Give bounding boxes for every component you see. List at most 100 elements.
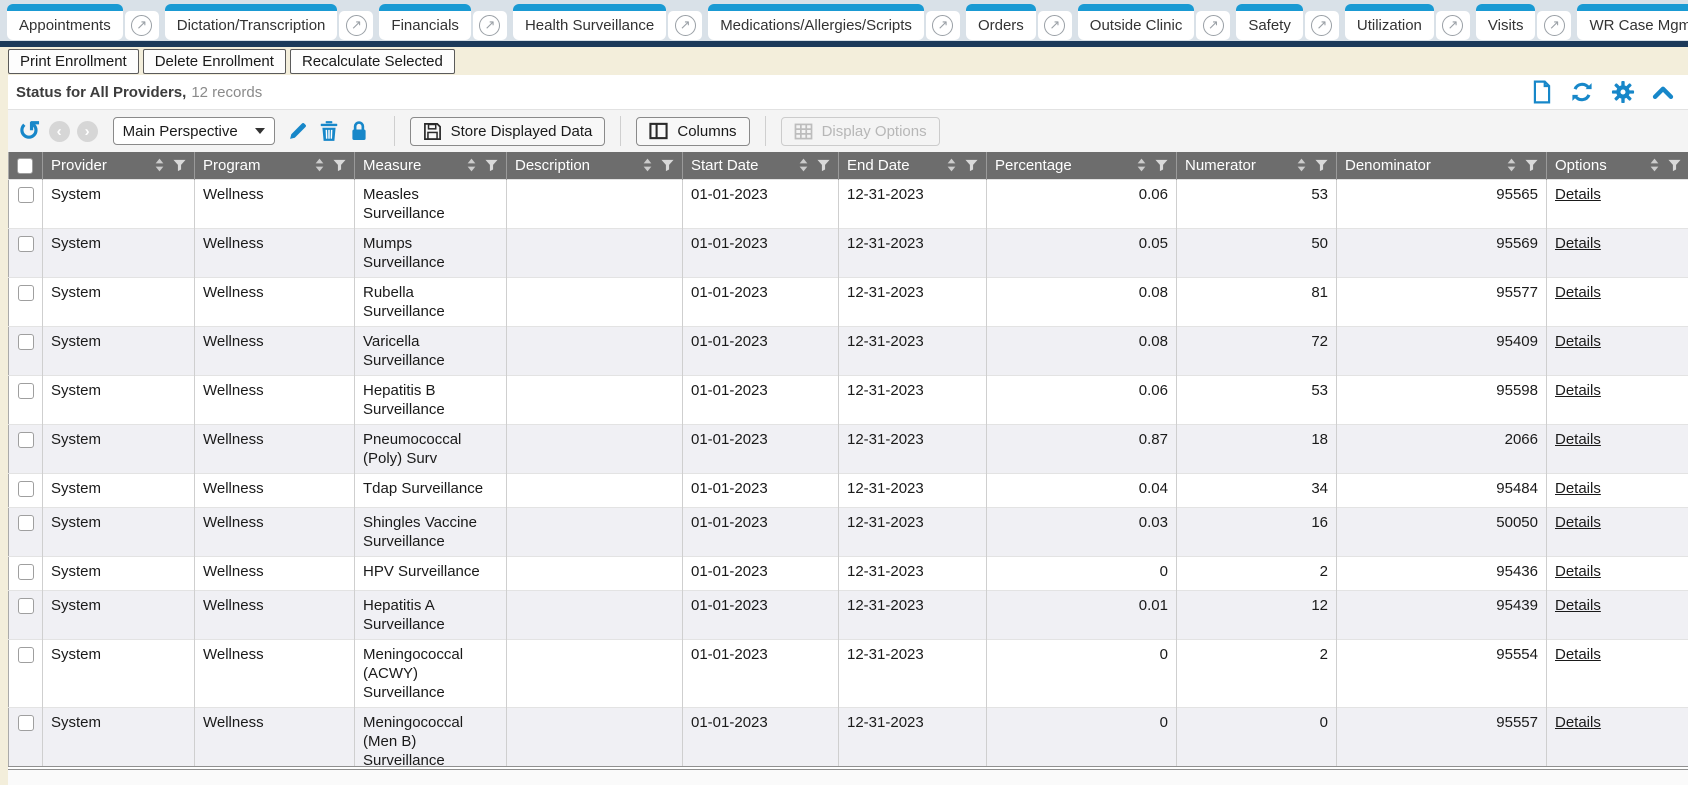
store-displayed-data-button[interactable]: Store Displayed Data [410, 117, 606, 146]
filter-funnel-icon[interactable] [485, 159, 498, 172]
module-tab[interactable]: WR Case Mgmt ↗ [1577, 4, 1688, 40]
module-tab-popout-button[interactable]: ↗ [339, 11, 373, 40]
sort-icon[interactable] [1649, 158, 1660, 172]
filter-funnel-icon[interactable] [1668, 159, 1681, 172]
sort-icon[interactable] [642, 158, 653, 172]
settings-gear-icon[interactable] [1611, 80, 1635, 104]
column-header[interactable]: Options [1547, 152, 1688, 179]
column-header[interactable]: Start Date [683, 152, 839, 179]
details-link[interactable]: Details [1555, 235, 1601, 252]
module-tab-label[interactable]: Visits [1476, 4, 1536, 40]
enrollment-action-button[interactable]: Delete Enrollment [143, 49, 286, 74]
column-header[interactable]: Description [507, 152, 683, 179]
row-checkbox[interactable] [18, 515, 34, 531]
filter-funnel-icon[interactable] [1315, 159, 1328, 172]
module-tab[interactable]: Outside Clinic ↗ [1078, 4, 1231, 40]
details-link[interactable]: Details [1555, 646, 1601, 663]
filter-funnel-icon[interactable] [173, 159, 186, 172]
sort-icon[interactable] [798, 158, 809, 172]
row-checkbox[interactable] [18, 334, 34, 350]
module-tab[interactable]: Safety ↗ [1236, 4, 1339, 40]
module-tab-popout-button[interactable]: ↗ [668, 11, 702, 40]
module-tab[interactable]: Utilization ↗ [1345, 4, 1470, 40]
module-tab[interactable]: Health Surveillance ↗ [513, 4, 702, 40]
module-tab-popout-button[interactable]: ↗ [1537, 11, 1571, 40]
display-options-button[interactable]: Display Options [781, 117, 940, 146]
sort-icon[interactable] [946, 158, 957, 172]
row-checkbox[interactable] [18, 564, 34, 580]
sort-icon[interactable] [1136, 158, 1147, 172]
edit-pencil-icon[interactable] [287, 120, 309, 142]
row-checkbox[interactable] [18, 236, 34, 252]
module-tab-label[interactable]: Appointments [7, 4, 123, 40]
column-header[interactable]: Provider [43, 152, 195, 179]
forward-icon[interactable]: › [77, 121, 98, 142]
module-tab[interactable]: Medications/Allergies/Scripts ↗ [708, 4, 960, 40]
module-tab-label[interactable]: Orders [966, 4, 1036, 40]
new-document-icon[interactable] [1531, 80, 1553, 104]
sort-icon[interactable] [1506, 158, 1517, 172]
module-tab-popout-button[interactable]: ↗ [473, 11, 507, 40]
details-link[interactable]: Details [1555, 186, 1601, 203]
module-tab-label[interactable]: Financials [379, 4, 471, 40]
module-tab-label[interactable]: Dictation/Transcription [165, 4, 338, 40]
module-tab-popout-button[interactable]: ↗ [125, 11, 159, 40]
module-tab[interactable]: Dictation/Transcription ↗ [165, 4, 374, 40]
module-tab[interactable]: Financials ↗ [379, 4, 507, 40]
lock-icon[interactable] [349, 120, 369, 142]
module-tab[interactable]: Orders ↗ [966, 4, 1072, 40]
details-link[interactable]: Details [1555, 514, 1601, 531]
sort-icon[interactable] [1296, 158, 1307, 172]
filter-funnel-icon[interactable] [661, 159, 674, 172]
details-link[interactable]: Details [1555, 333, 1601, 350]
row-checkbox[interactable] [18, 383, 34, 399]
module-tab-popout-button[interactable]: ↗ [926, 11, 960, 40]
module-tab-label[interactable]: Health Surveillance [513, 4, 666, 40]
details-link[interactable]: Details [1555, 597, 1601, 614]
column-header[interactable]: Measure [355, 152, 507, 179]
filter-funnel-icon[interactable] [333, 159, 346, 172]
select-all-checkbox[interactable] [17, 158, 33, 174]
back-icon[interactable]: ‹ [49, 121, 70, 142]
bottom-scroll-area[interactable] [8, 770, 1688, 785]
module-tab-label[interactable]: Medications/Allergies/Scripts [708, 4, 924, 40]
collapse-up-icon[interactable] [1652, 85, 1674, 100]
row-checkbox[interactable] [18, 285, 34, 301]
details-link[interactable]: Details [1555, 563, 1601, 580]
filter-funnel-icon[interactable] [965, 159, 978, 172]
column-header[interactable]: Numerator [1177, 152, 1337, 179]
sort-icon[interactable] [466, 158, 477, 172]
filter-funnel-icon[interactable] [1525, 159, 1538, 172]
sort-icon[interactable] [314, 158, 325, 172]
filter-funnel-icon[interactable] [1155, 159, 1168, 172]
column-header[interactable]: End Date [839, 152, 987, 179]
refresh-icon[interactable] [1570, 80, 1594, 104]
row-checkbox[interactable] [18, 432, 34, 448]
details-link[interactable]: Details [1555, 431, 1601, 448]
sort-icon[interactable] [154, 158, 165, 172]
filter-funnel-icon[interactable] [817, 159, 830, 172]
details-link[interactable]: Details [1555, 480, 1601, 497]
row-checkbox[interactable] [18, 187, 34, 203]
module-tab[interactable]: Appointments ↗ [7, 4, 159, 40]
column-header[interactable]: Denominator [1337, 152, 1547, 179]
column-header[interactable]: Percentage [987, 152, 1177, 179]
row-checkbox[interactable] [18, 481, 34, 497]
details-link[interactable]: Details [1555, 382, 1601, 399]
module-tab-label[interactable]: Safety [1236, 4, 1303, 40]
row-checkbox[interactable] [18, 715, 34, 731]
module-tab-popout-button[interactable]: ↗ [1038, 11, 1072, 40]
module-tab-popout-button[interactable]: ↗ [1196, 11, 1230, 40]
details-link[interactable]: Details [1555, 284, 1601, 301]
module-tab-label[interactable]: WR Case Mgmt [1577, 4, 1688, 40]
module-tab[interactable]: Visits ↗ [1476, 4, 1572, 40]
enrollment-action-button[interactable]: Recalculate Selected [290, 49, 455, 74]
columns-button[interactable]: Columns [636, 117, 749, 146]
module-tab-label[interactable]: Outside Clinic [1078, 4, 1195, 40]
module-tab-label[interactable]: Utilization [1345, 4, 1434, 40]
module-tab-popout-button[interactable]: ↗ [1436, 11, 1470, 40]
module-tab-popout-button[interactable]: ↗ [1305, 11, 1339, 40]
details-link[interactable]: Details [1555, 714, 1601, 731]
row-checkbox[interactable] [18, 647, 34, 663]
delete-trash-icon[interactable] [319, 120, 339, 142]
